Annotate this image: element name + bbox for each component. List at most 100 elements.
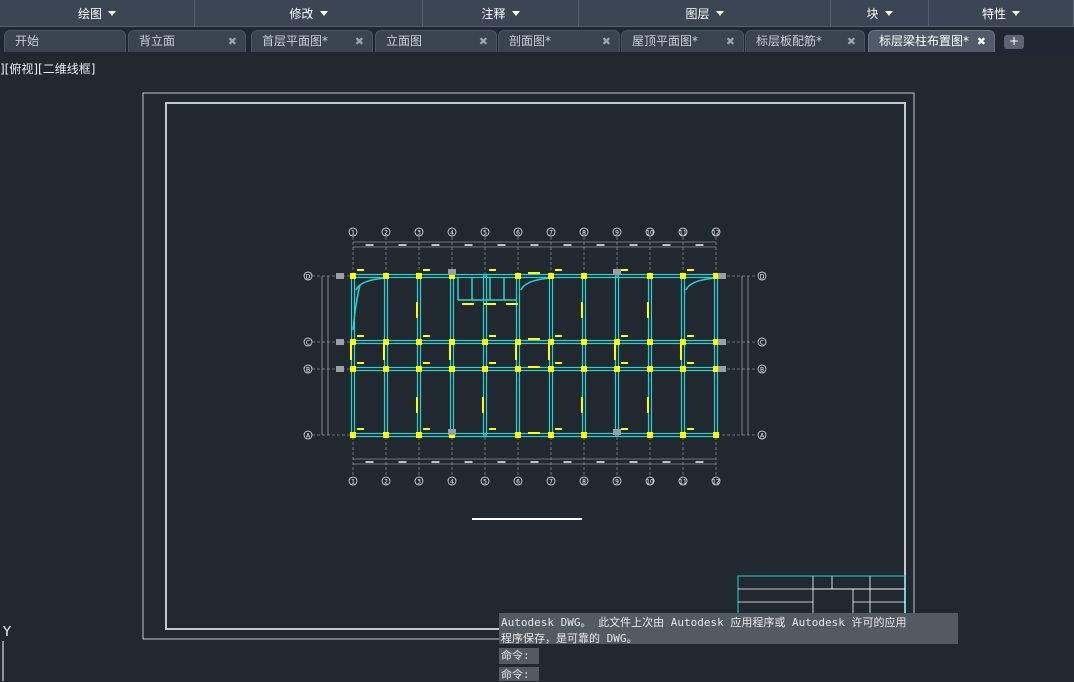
column: [680, 366, 686, 372]
column: [416, 339, 422, 345]
grid-bubble-label: 8: [582, 230, 586, 237]
section-tag: [336, 366, 344, 372]
grid-bubble-label: 1: [351, 479, 355, 486]
dimension-text-mark: [530, 461, 539, 463]
column-label-mark: [687, 269, 694, 271]
dimension-text-mark: [596, 244, 605, 246]
grid-bubble-label: 9: [615, 230, 619, 237]
beam-label-mark: [680, 344, 682, 360]
beam-label-mark: [647, 397, 649, 413]
column: [548, 273, 554, 279]
column-label-mark: [621, 269, 628, 271]
beam-label-mark: [528, 366, 540, 368]
beam-vertical: [713, 275, 719, 436]
dimension-text-mark: [431, 461, 440, 463]
beam-label-mark: [647, 302, 649, 318]
grid-bubble-label: 8: [582, 479, 586, 486]
drawing-canvas[interactable]: 112233445566778899101011111212D DC CB BA A: [0, 0, 1074, 681]
dimension-text-mark: [662, 461, 671, 463]
column: [581, 432, 587, 438]
command-history: Autodesk DWG。 此文件上次由 Autodesk 应用程序或 Auto…: [499, 613, 958, 645]
column-label-mark: [621, 335, 628, 337]
section-tag: [718, 273, 726, 279]
dimension-text-mark: [695, 244, 704, 246]
column-label-mark: [423, 428, 430, 430]
column-label-mark: [357, 335, 364, 337]
beam-label-mark: [581, 302, 583, 318]
dimension-text-mark: [365, 461, 374, 463]
beam-label-mark: [416, 302, 418, 318]
dimension-text-mark: [398, 244, 407, 246]
ucs-y-axis-label: Y: [3, 625, 11, 640]
grid-bubble-label: D: [306, 274, 311, 281]
column: [614, 366, 620, 372]
dimension-text-mark: [365, 244, 374, 246]
grid-bubble-label: 5: [483, 479, 487, 486]
beam-label-mark: [506, 303, 518, 305]
column: [383, 273, 389, 279]
beam-label-mark: [581, 397, 583, 413]
column-label-mark: [687, 362, 694, 364]
dimension-text-mark: [596, 461, 605, 463]
section-tag: [613, 429, 621, 435]
column-label-mark: [423, 335, 430, 337]
column: [350, 273, 356, 279]
beam-label-mark: [528, 338, 540, 340]
grid-bubble-label: D: [760, 274, 765, 281]
column-label-mark: [423, 269, 430, 271]
column-label-mark: [621, 428, 628, 430]
column-label-mark: [621, 362, 628, 364]
grid-bubble-label: 11: [679, 230, 687, 237]
beam-label-mark: [528, 272, 540, 274]
column: [416, 366, 422, 372]
column: [713, 432, 719, 438]
grid-bubble-label: 6: [516, 479, 520, 486]
grid-bubble-label: 1: [351, 230, 355, 237]
column: [647, 366, 653, 372]
beam-horizontal: [351, 273, 718, 279]
column: [416, 273, 422, 279]
dimension-text-mark: [464, 461, 473, 463]
section-tag: [718, 366, 726, 372]
dimension-text-mark: [464, 244, 473, 246]
command-input[interactable]: 命令:: [499, 667, 539, 681]
beam-label-mark: [528, 432, 540, 434]
grid-bubble-label: B: [760, 367, 764, 374]
grid-bubble-label: 7: [549, 230, 553, 237]
column: [515, 366, 521, 372]
column: [449, 366, 455, 372]
column-label-mark: [357, 362, 364, 364]
beam-label-mark: [548, 344, 550, 360]
column-label-mark: [555, 428, 562, 430]
command-history-line: Autodesk DWG。 此文件上次由 Autodesk 应用程序或 Auto…: [501, 616, 907, 629]
section-tag: [718, 339, 726, 345]
column-label-mark: [357, 428, 364, 430]
grid-bubble-label: 7: [549, 479, 553, 486]
section-tag: [448, 429, 456, 435]
grid-bubble-label: C: [306, 340, 310, 347]
column: [581, 366, 587, 372]
column: [548, 366, 554, 372]
dimension-text-mark: [497, 461, 506, 463]
beam-label-mark: [383, 344, 385, 360]
grid-bubble-label: C: [760, 340, 764, 347]
column: [515, 432, 521, 438]
column: [647, 432, 653, 438]
grid-bubble-label: 9: [615, 479, 619, 486]
column: [581, 273, 587, 279]
grid-bubble-label: 2: [384, 479, 388, 486]
grid-bubble-label: B: [306, 367, 310, 374]
column: [647, 273, 653, 279]
section-tag: [336, 339, 344, 345]
column-label-mark: [489, 269, 496, 271]
beam-label-mark: [462, 303, 474, 305]
column-label-mark: [489, 335, 496, 337]
grid-bubble-label: 11: [679, 479, 687, 486]
grid-bubble-label: 4: [450, 230, 454, 237]
column-label-mark: [489, 362, 496, 364]
beam-label-mark: [515, 344, 517, 360]
beam-curve: [520, 277, 552, 291]
command-prompt: 命令:: [499, 648, 539, 664]
dimension-text-mark: [563, 244, 572, 246]
grid-bubble-label: 3: [417, 479, 421, 486]
